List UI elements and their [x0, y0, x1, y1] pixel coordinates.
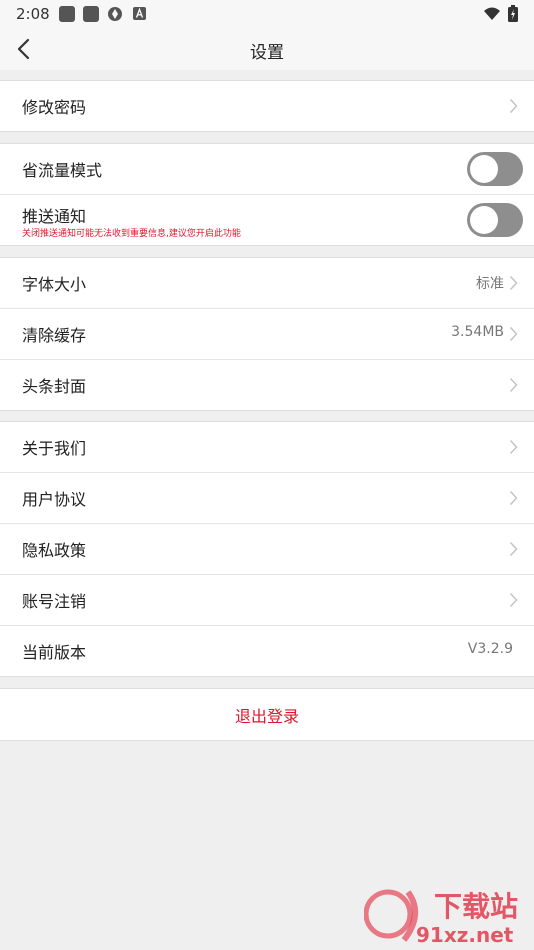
row-label: 推送通知	[22, 207, 87, 226]
row-label: 隐私政策	[22, 541, 87, 560]
row-label: 账号注销	[22, 592, 87, 611]
toggle-knob	[470, 155, 498, 183]
battery-icon	[508, 5, 518, 22]
settings-group-about: 关于我们 用户协议 隐私政策 账号注销 当前版本 V3.2.9	[0, 421, 534, 677]
settings-row-user-agreement[interactable]: 用户协议	[0, 473, 534, 524]
settings-row-about-us[interactable]: 关于我们	[0, 422, 534, 473]
aperture-icon	[108, 7, 122, 21]
logout-button[interactable]: 退出登录	[0, 688, 534, 741]
data-saver-toggle[interactable]	[467, 152, 523, 186]
chevron-right-icon	[509, 98, 518, 114]
status-bar: 2:08	[0, 0, 534, 28]
settings-row-change-password[interactable]: 修改密码	[0, 81, 534, 131]
row-label: 字体大小	[22, 275, 87, 294]
settings-row-privacy-policy[interactable]: 隐私政策	[0, 524, 534, 575]
row-label: 清除缓存	[22, 326, 87, 345]
status-time: 2:08	[16, 5, 50, 23]
settings-row-data-saver: 省流量模式	[0, 144, 534, 195]
row-label: 头条封面	[22, 377, 87, 396]
settings-group-toggles: 省流量模式 推送通知 关闭推送通知可能无法收到重要信息,建议您开启此功能	[0, 143, 534, 246]
settings-row-current-version: 当前版本 V3.2.9	[0, 626, 534, 676]
row-label: 修改密码	[22, 98, 87, 117]
watermark-url: 91xz.net	[416, 923, 514, 946]
watermark-title: 下载站	[434, 890, 518, 923]
push-notifications-toggle[interactable]	[467, 203, 523, 237]
site-watermark: 下载站 91xz.net	[363, 884, 530, 947]
row-label: 省流量模式	[22, 161, 103, 180]
row-label: 用户协议	[22, 490, 87, 509]
notification-icon	[83, 6, 99, 22]
page-title: 设置	[250, 43, 284, 63]
chevron-right-icon	[509, 326, 518, 342]
chevron-right-icon	[509, 541, 518, 557]
row-warning-text: 关闭推送通知可能无法收到重要信息,建议您开启此功能	[22, 229, 241, 239]
row-value: 标准	[476, 276, 504, 292]
settings-row-clear-cache[interactable]: 清除缓存 3.54MB	[0, 309, 534, 360]
settings-group-display: 字体大小 标准 清除缓存 3.54MB 头条封面	[0, 257, 534, 411]
settings-row-headline-cover[interactable]: 头条封面	[0, 360, 534, 410]
version-value: V3.2.9	[467, 641, 513, 657]
toggle-knob	[470, 206, 498, 234]
font-a-icon	[133, 7, 146, 20]
settings-row-delete-account[interactable]: 账号注销	[0, 575, 534, 626]
notification-icon	[59, 6, 75, 22]
header-bar: 设置	[0, 28, 534, 70]
row-value: 3.54MB	[451, 324, 504, 340]
chevron-right-icon	[509, 592, 518, 608]
chevron-right-icon	[509, 275, 518, 291]
row-label: 关于我们	[22, 439, 87, 458]
wifi-icon	[484, 7, 500, 20]
chevron-right-icon	[509, 377, 518, 393]
chevron-right-icon	[509, 439, 518, 455]
chevron-right-icon	[509, 490, 518, 506]
settings-row-push-notifications: 推送通知 关闭推送通知可能无法收到重要信息,建议您开启此功能	[0, 195, 534, 245]
settings-group-account: 修改密码	[0, 80, 534, 132]
logout-label: 退出登录	[234, 707, 299, 726]
watermark-logo-icon: 下载站 91xz.net	[363, 889, 518, 947]
row-label: 当前版本	[22, 643, 87, 662]
settings-row-font-size[interactable]: 字体大小 标准	[0, 258, 534, 309]
